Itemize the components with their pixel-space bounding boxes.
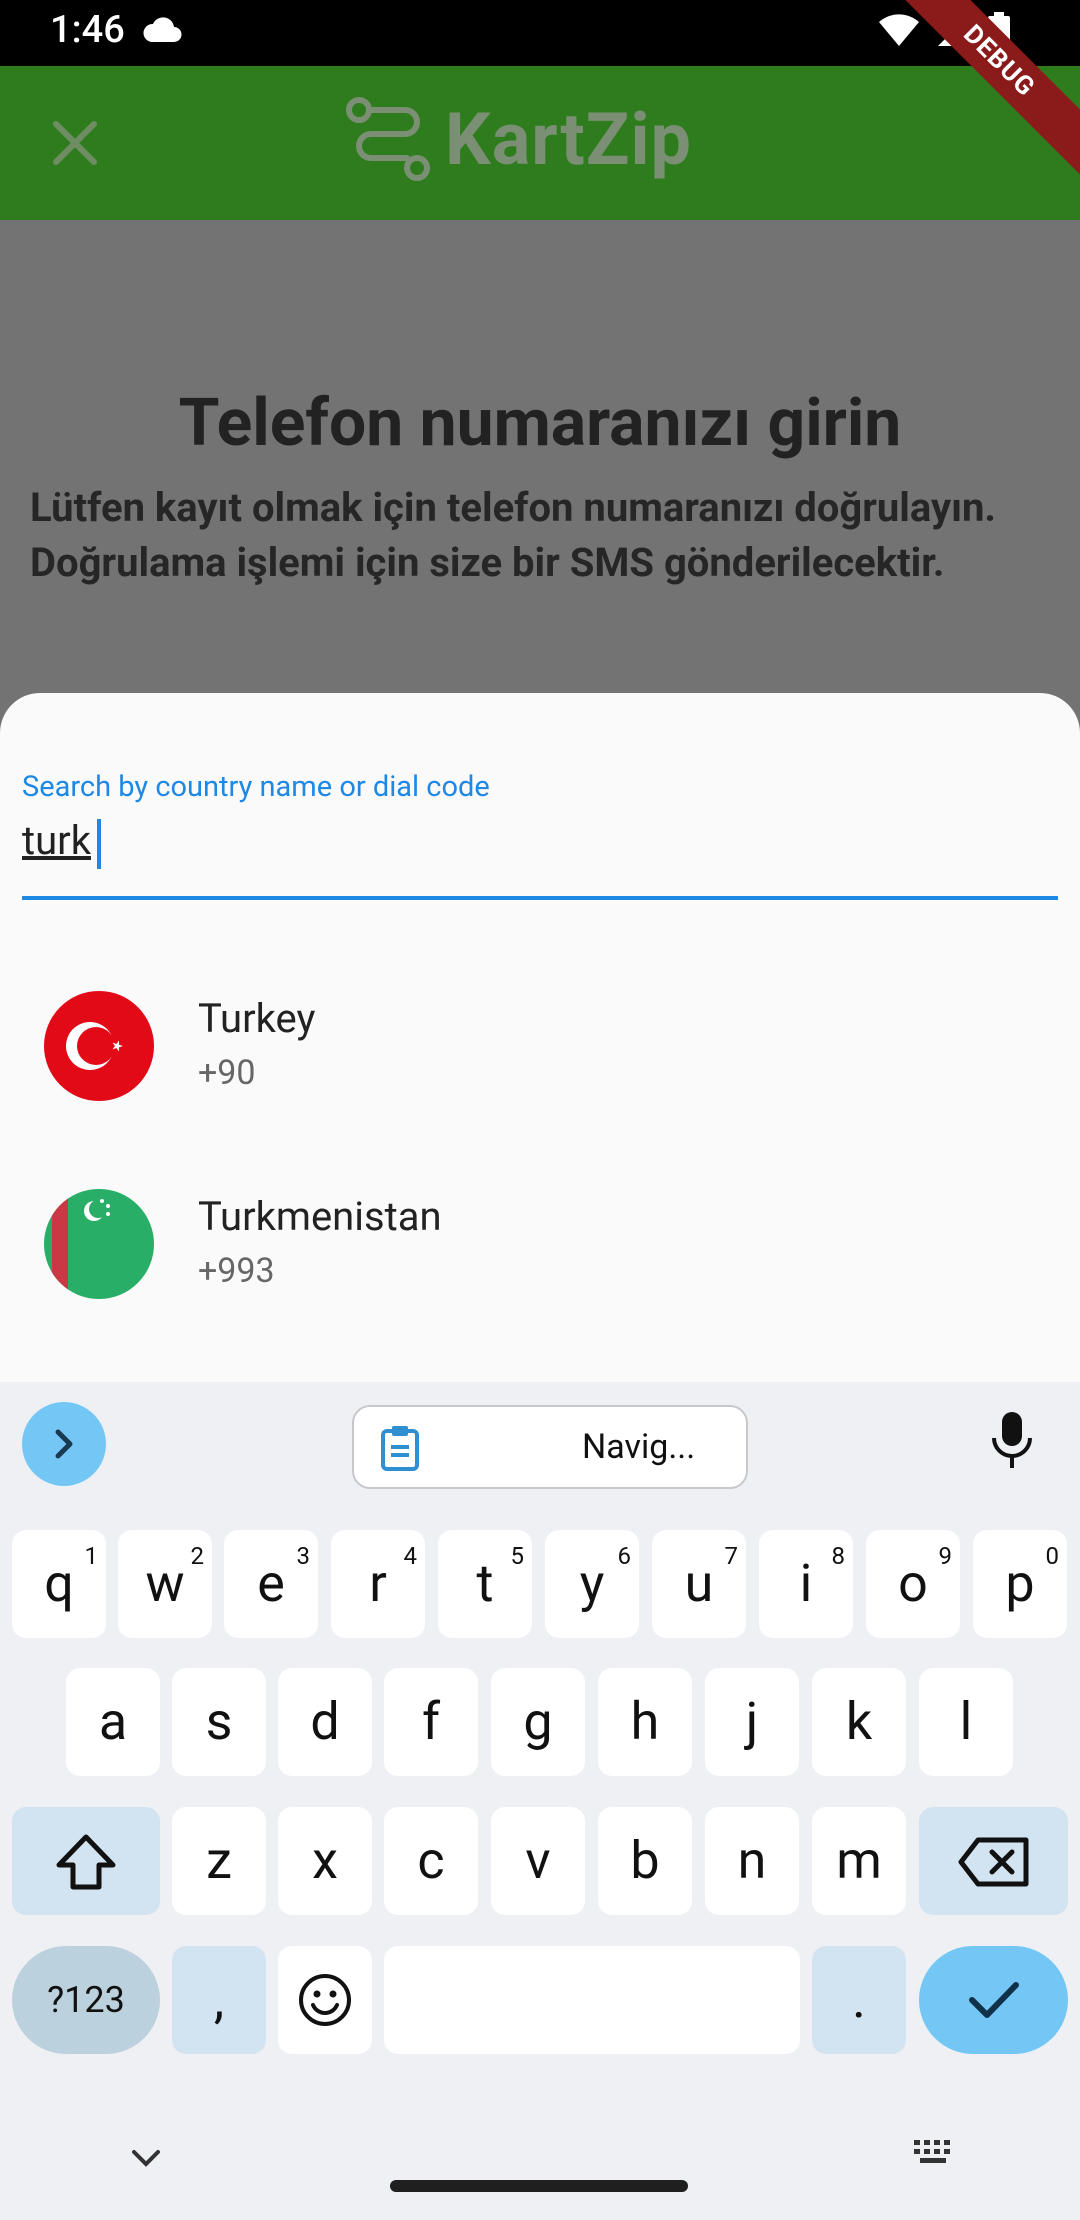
microphone-icon <box>992 1412 1032 1468</box>
country-name: Turkmenistan <box>198 1193 442 1240</box>
key-q[interactable]: q1 <box>12 1530 106 1638</box>
country-dial-code: +993 <box>198 1251 275 1291</box>
country-dial-code: +90 <box>198 1053 256 1093</box>
symbols-key[interactable]: ?123 <box>12 1946 160 2054</box>
comma-key[interactable]: , <box>172 1946 266 2054</box>
enter-key[interactable] <box>919 1946 1068 2054</box>
status-time: 1:46 <box>50 8 125 52</box>
country-item-turkey[interactable]: Turkey +90 <box>0 965 1080 1145</box>
backspace-icon <box>958 1837 1028 1887</box>
keyboard-nav-row <box>0 2116 1080 2220</box>
close-icon <box>53 121 97 165</box>
text-cursor <box>97 819 101 869</box>
key-a[interactable]: a <box>66 1668 160 1776</box>
key-g[interactable]: g <box>491 1668 585 1776</box>
country-item-turkmenistan[interactable]: Turkmenistan +993 <box>0 1163 1080 1343</box>
route-logo-icon <box>346 97 430 181</box>
key-n[interactable]: n <box>705 1807 799 1915</box>
soft-keyboard: Navig... q1 w2 e3 r4 t5 y6 u7 i8 o9 p0 a… <box>0 1382 1080 2220</box>
page-title: Telefon numaranızı girin <box>178 385 902 462</box>
key-d[interactable]: d <box>278 1668 372 1776</box>
keyboard-toolbar: Navig... <box>0 1402 1080 1489</box>
cloud-icon <box>142 16 182 48</box>
key-u[interactable]: u7 <box>652 1530 746 1638</box>
key-l[interactable]: l <box>919 1668 1013 1776</box>
key-y[interactable]: y6 <box>545 1530 639 1638</box>
page-description: Lütfen kayıt olmak için telefon numaranı… <box>30 484 997 586</box>
checkmark-icon <box>968 1982 1019 2018</box>
key-t[interactable]: t5 <box>438 1530 532 1638</box>
key-p[interactable]: p0 <box>973 1530 1067 1638</box>
clipboard-suggestion[interactable]: Navig... <box>352 1405 748 1489</box>
key-r[interactable]: r4 <box>331 1530 425 1638</box>
key-x[interactable]: x <box>278 1807 372 1915</box>
key-b[interactable]: b <box>598 1807 692 1915</box>
emoji-key[interactable] <box>278 1946 372 2054</box>
key-c[interactable]: c <box>384 1807 478 1915</box>
hide-keyboard-chevron-icon[interactable] <box>128 2146 164 2170</box>
space-key[interactable] <box>384 1946 800 2054</box>
key-s[interactable]: s <box>172 1668 266 1776</box>
keyboard-switch-icon[interactable] <box>912 2138 958 2172</box>
search-label: Search by country name or dial code <box>22 770 490 804</box>
key-k[interactable]: k <box>812 1668 906 1776</box>
key-w[interactable]: w2 <box>118 1530 212 1638</box>
chevron-right-icon <box>55 1429 73 1459</box>
close-button[interactable] <box>42 110 108 176</box>
clipboard-text: Navig... <box>582 1427 696 1467</box>
clipboard-icon <box>381 1426 419 1471</box>
key-e[interactable]: e3 <box>224 1530 318 1638</box>
shift-icon <box>56 1834 116 1890</box>
expand-toolbar-button[interactable] <box>22 1402 106 1486</box>
country-name: Turkey <box>198 995 316 1042</box>
search-underline <box>22 896 1058 900</box>
shift-key[interactable] <box>12 1807 160 1915</box>
key-o[interactable]: o9 <box>866 1530 960 1638</box>
brand-logo: KartZip <box>345 96 692 182</box>
key-v[interactable]: v <box>491 1807 585 1915</box>
key-i[interactable]: i8 <box>759 1530 853 1638</box>
country-search-input[interactable] <box>22 810 1058 870</box>
home-indicator[interactable] <box>390 2180 688 2192</box>
turkmenistan-flag-icon <box>44 1189 154 1299</box>
key-f[interactable]: f <box>384 1668 478 1776</box>
app-bar: KartZip <box>0 66 1080 220</box>
turkey-flag-icon <box>44 991 154 1101</box>
key-j[interactable]: j <box>705 1668 799 1776</box>
key-m[interactable]: m <box>812 1807 906 1915</box>
key-h[interactable]: h <box>598 1668 692 1776</box>
brand-name: KartZip <box>445 96 693 182</box>
backspace-key[interactable] <box>919 1807 1068 1915</box>
period-key[interactable]: . <box>812 1946 906 2054</box>
key-z[interactable]: z <box>172 1807 266 1915</box>
microphone-button[interactable] <box>988 1410 1036 1474</box>
wifi-icon <box>879 14 919 46</box>
emoji-icon <box>299 1974 351 2026</box>
